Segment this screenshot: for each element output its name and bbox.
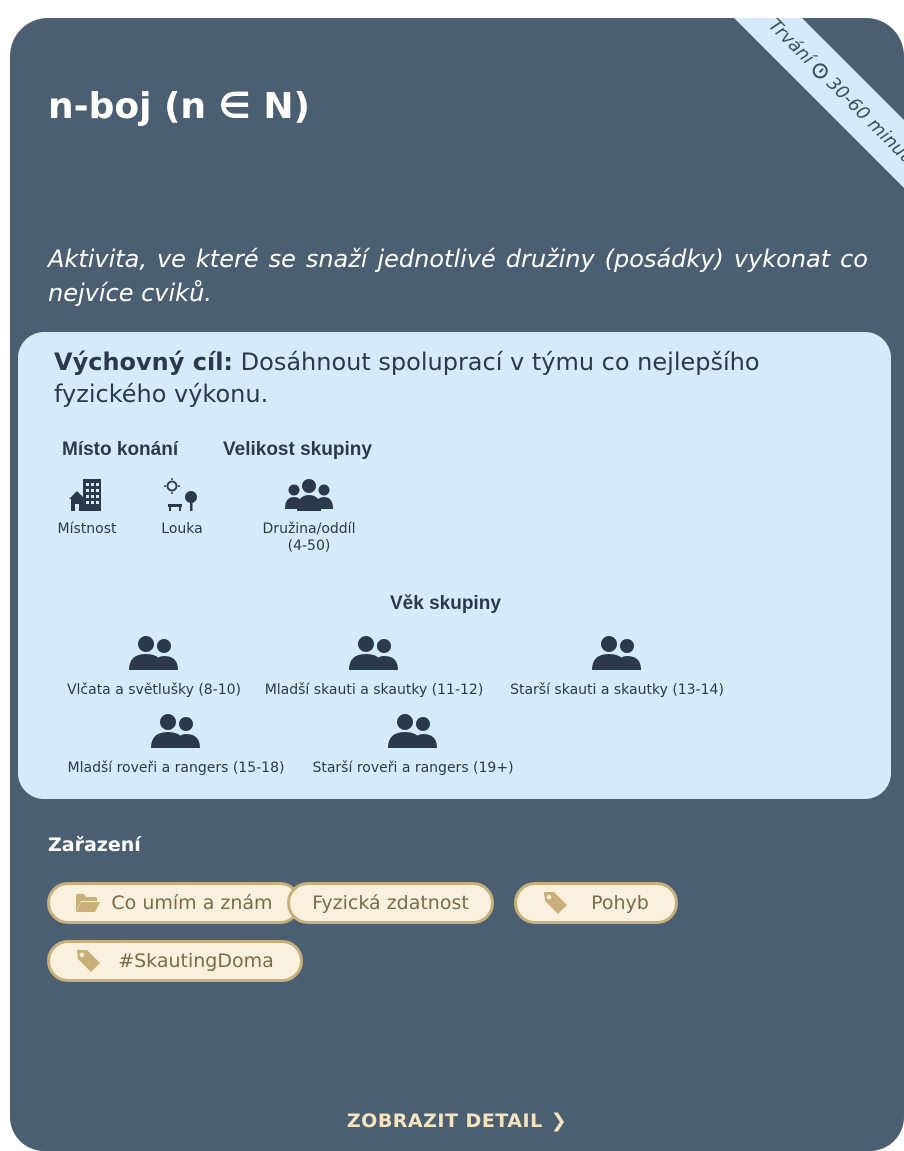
people-icon xyxy=(151,714,200,748)
people-icon xyxy=(349,636,398,670)
building-icon xyxy=(69,479,101,511)
age-label-2: Mladší skauti a skautky (11-12) xyxy=(264,682,484,698)
tag-label: Fyzická zdatnost xyxy=(312,892,469,914)
people-icon xyxy=(388,714,437,748)
group-size-label: Družina/oddíl xyxy=(262,521,356,537)
info-panel: Výchovný cíl: Dosáhnout spoluprací v tým… xyxy=(18,332,891,799)
place-option-mistnost: Místnost xyxy=(54,477,120,538)
tag-label: Pohyb xyxy=(591,892,649,914)
activity-title[interactable]: n-boj (n ∈ N) xyxy=(48,86,310,127)
place-option-louka: Louka xyxy=(154,477,210,538)
tag-label: #SkautingDoma xyxy=(118,950,274,972)
age-header: Věk skupiny xyxy=(390,593,501,614)
age-option-1: Vlčata a světlušky (8-10) xyxy=(64,634,244,698)
activity-card[interactable]: Trvání 30-60 minut n-boj (n ∈ N) Aktivit… xyxy=(10,18,904,1151)
age-label-4: Mladší roveři a rangers (15-18) xyxy=(67,760,285,776)
age-label-1: Vlčata a světlušky (8-10) xyxy=(66,682,242,698)
group-size-option: Družina/oddíl (4-50) xyxy=(254,477,364,555)
age-option-2: Mladší skauti a skautky (11-12) xyxy=(258,634,490,698)
activity-description: Aktivita, ve které se snaží jednotlivé d… xyxy=(48,245,868,307)
age-option-5: Starší roveři a rangers (19+) xyxy=(308,712,518,776)
tag-pohyb[interactable]: Pohyb xyxy=(514,882,678,924)
duration-ribbon: Trvání 30-60 minut xyxy=(674,18,904,256)
category-header: Zařazení xyxy=(48,834,141,856)
tag-co-umim-a-znam[interactable]: Co umím a znám xyxy=(47,882,301,924)
duration-label: Trvání xyxy=(764,18,819,69)
tag-label: Co umím a znám xyxy=(111,892,273,914)
group-size-header: Velikost skupiny xyxy=(223,439,372,460)
show-detail-label: ZOBRAZIT DETAIL xyxy=(346,1110,543,1132)
tag-skautingdoma[interactable]: #SkautingDoma xyxy=(47,940,303,982)
group-icon xyxy=(285,479,333,511)
people-icon xyxy=(129,636,178,670)
tag-fyzicka-zdatnost[interactable]: Fyzická zdatnost xyxy=(287,882,494,924)
age-option-3: Starší skauti a skautky (13-14) xyxy=(502,634,732,698)
chevron-right-icon: ❯ xyxy=(550,1110,568,1132)
tag-icon xyxy=(77,950,101,972)
place-label-louka: Louka xyxy=(161,521,203,537)
duration-value: 30-60 minut xyxy=(822,72,904,166)
educational-goal: Výchovný cíl: Dosáhnout spoluprací v tým… xyxy=(54,346,854,410)
age-label-3: Starší skauti a skautky (13-14) xyxy=(510,682,724,698)
age-label-5: Starší roveři a rangers (19+) xyxy=(312,760,514,776)
meadow-icon xyxy=(164,478,197,511)
clock-icon xyxy=(809,59,832,82)
folder-icon xyxy=(76,894,101,912)
show-detail-link[interactable]: ZOBRAZIT DETAIL ❯ xyxy=(10,1110,904,1132)
age-option-4: Mladší roveři a rangers (15-18) xyxy=(62,712,290,776)
goal-label: Výchovný cíl: xyxy=(54,348,234,376)
people-icon xyxy=(592,636,641,670)
group-size-range: (4-50) xyxy=(287,538,331,554)
tag-icon xyxy=(544,892,568,914)
place-header: Místo konání xyxy=(62,439,179,460)
place-label-mistnost: Místnost xyxy=(57,521,117,537)
